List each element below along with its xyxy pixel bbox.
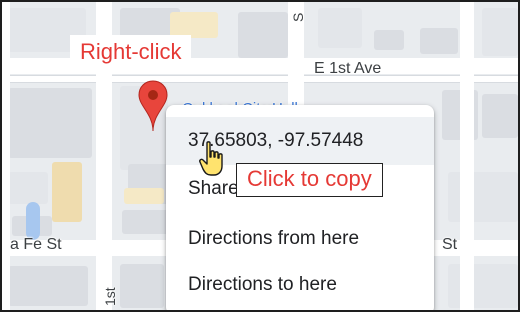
road: [2, 76, 518, 82]
map-block: [318, 8, 362, 48]
context-menu: 37.65803, -97.57448 Share this location …: [166, 105, 434, 310]
street-label-santa-fe: a Fe St: [10, 236, 62, 253]
map-block: [8, 266, 88, 306]
map-block: [482, 94, 518, 138]
road: [460, 2, 474, 310]
click-to-copy-annotation: Click to copy: [236, 163, 383, 197]
map-block: [482, 8, 518, 56]
map-block: [8, 172, 48, 204]
directions-to-here-menu-item[interactable]: Directions to here: [166, 261, 434, 309]
map-block: [52, 162, 82, 222]
map-block: [124, 188, 164, 204]
street-label-top: S: [290, 12, 306, 22]
map-block: [448, 172, 518, 222]
road: [2, 2, 10, 310]
street-label-santa-fe-right: St: [442, 236, 458, 253]
map-block: [8, 88, 92, 158]
street-label-vertical: 1st: [102, 287, 118, 306]
hand-pointer-cursor-icon: [199, 141, 223, 176]
street-label-e-1st-ave: E 1st Ave: [314, 60, 382, 77]
right-click-annotation: Right-click: [70, 35, 192, 69]
map-pin-icon[interactable]: [138, 80, 168, 132]
map-block: [120, 264, 164, 308]
screenshot-frame: E 1st Ave a Fe St St 1st S Oakland City …: [0, 0, 520, 312]
map-block: [238, 12, 288, 58]
map-block: [420, 28, 458, 54]
map-block: [448, 264, 518, 308]
map-block: [374, 30, 404, 50]
map-water: [26, 202, 40, 240]
directions-from-here-menu-item[interactable]: Directions from here: [166, 215, 434, 263]
